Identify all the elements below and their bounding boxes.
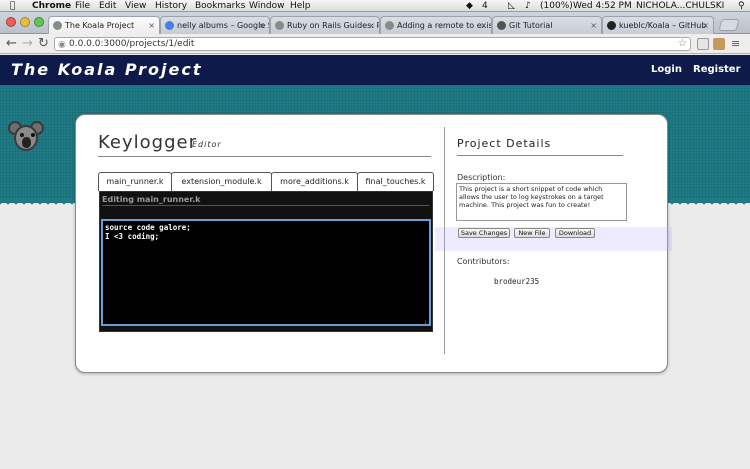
browser-tab-github[interactable]: kueblc/Koala – GitHub × [602,16,714,34]
koala-eye-right [31,133,35,137]
title-rule [98,156,431,157]
menu-app-name[interactable]: Chrome [32,0,71,12]
close-tab-icon[interactable]: × [702,17,709,34]
menu-bookmarks[interactable]: Bookmarks [195,0,245,12]
contributors-label: Contributors: [457,257,510,266]
wrench-menu-icon[interactable]: ≡ [731,36,740,52]
file-tab-extension-module[interactable]: extension_module.k [171,172,272,191]
back-arrow-icon[interactable]: ← [6,36,17,52]
menu-file[interactable]: File [75,0,90,12]
close-tab-icon[interactable]: × [148,17,155,34]
spotlight-icon[interactable]: ⚲ [738,0,745,12]
description-textarea[interactable]: This project is a short snippet of code … [456,183,627,221]
volume-icon[interactable]: ♪ [525,0,531,12]
new-tab-button[interactable] [718,19,740,31]
register-link[interactable]: Register [693,64,741,75]
menu-window[interactable]: Window [249,0,285,12]
details-rule [457,155,623,156]
globe-icon [385,21,394,30]
url-text: 0.0.0.0:3000/projects/1/edit [69,39,195,49]
globe-icon [275,21,284,30]
menu-history[interactable]: History [155,0,187,12]
contributor-name[interactable]: brodeur235 [494,277,539,286]
file-tab-more-additions[interactable]: more_additions.k [271,172,358,191]
download-button[interactable]: Download [555,228,595,238]
menu-edit[interactable]: Edit [99,0,116,12]
tab-label: Ruby on Rails Guides: Rail [287,21,379,30]
forward-arrow-icon[interactable]: → [22,36,33,52]
browser-tab-remote[interactable]: Adding a remote to existi × [380,16,492,34]
browser-tab-koala[interactable]: The Koala Project × [48,16,160,34]
close-tab-icon[interactable]: × [590,17,597,34]
tab-label: kueblc/Koala – GitHub [619,21,707,30]
tab-label: Adding a remote to existi [397,21,492,30]
battery-percent: (100%) [540,1,573,11]
project-subtitle: Editor [192,140,222,149]
menu-view[interactable]: View [125,0,146,12]
tab-label: nelly albums – Google Sea [177,21,269,30]
save-changes-button[interactable]: Save Changes [458,228,510,238]
page-info-icon[interactable]: ◉ [58,39,66,51]
file-tab-final-touches[interactable]: final_touches.k [357,172,434,191]
bookmark-star-icon[interactable]: ☆ [678,38,687,50]
resize-grip-icon[interactable]: ∟ [424,319,430,327]
menu-help[interactable]: Help [290,0,311,12]
zoom-window-button[interactable] [34,17,44,27]
browser-tab-git[interactable]: Git Tutorial × [492,16,602,34]
tab-strip: The Koala Project × nelly albums – Googl… [0,12,750,34]
google-icon [165,21,174,30]
address-bar[interactable]: ◉ 0.0.0.0:3000/projects/1/edit ☆ [54,37,691,51]
reload-icon[interactable]: ↻ [38,36,49,52]
dropbox-icon[interactable]: ◆ [466,0,473,12]
close-tab-icon[interactable]: × [368,17,375,34]
wifi-icon[interactable]: ◺ [508,0,515,12]
koala-mascot-icon [8,121,44,155]
browser-tab-rails[interactable]: Ruby on Rails Guides: Rail × [270,16,380,34]
new-file-button[interactable]: New File [514,228,550,238]
site-header: The Koala Project Login Register [0,55,750,85]
koala-eye-left [20,133,24,137]
editing-file-label: Editing main_runner.k [102,195,201,204]
koala-nose [22,137,31,148]
editor-rule [102,205,429,206]
login-link[interactable]: Login [651,64,682,75]
extension-icon[interactable] [697,38,709,50]
apple-icon[interactable]:  [10,0,15,12]
close-window-button[interactable] [6,17,16,27]
browser-tab-google[interactable]: nelly albums – Google Sea × [160,16,270,34]
user-name[interactable]: NICHOLA...CHULSKI [636,0,724,12]
file-tab-main-runner[interactable]: main_runner.k [98,172,172,191]
git-icon [497,21,506,30]
tab-label: The Koala Project [65,21,135,30]
mac-menu-bar:  Chrome File Edit View History Bookmark… [0,0,750,12]
minimize-window-button[interactable] [20,17,30,27]
description-label: Description: [457,173,506,182]
close-tab-icon[interactable]: × [480,17,487,34]
browser-toolbar: ← → ↻ ◉ 0.0.0.0:3000/projects/1/edit ☆ ≡ [0,34,750,54]
tab-label: Git Tutorial [509,21,553,30]
details-title: Project Details [457,137,552,150]
status-badge: 4 [482,1,488,11]
site-logo[interactable]: The Koala Project [11,60,202,79]
globe-icon [53,21,62,30]
github-icon [607,21,616,30]
close-tab-icon[interactable]: × [258,17,265,34]
code-textarea[interactable]: source code galore; I <3 coding; [101,219,431,326]
clock[interactable]: Wed 4:52 PM [573,0,632,12]
extension-dog-icon[interactable] [713,38,725,50]
project-title: Keylogger [98,132,197,153]
